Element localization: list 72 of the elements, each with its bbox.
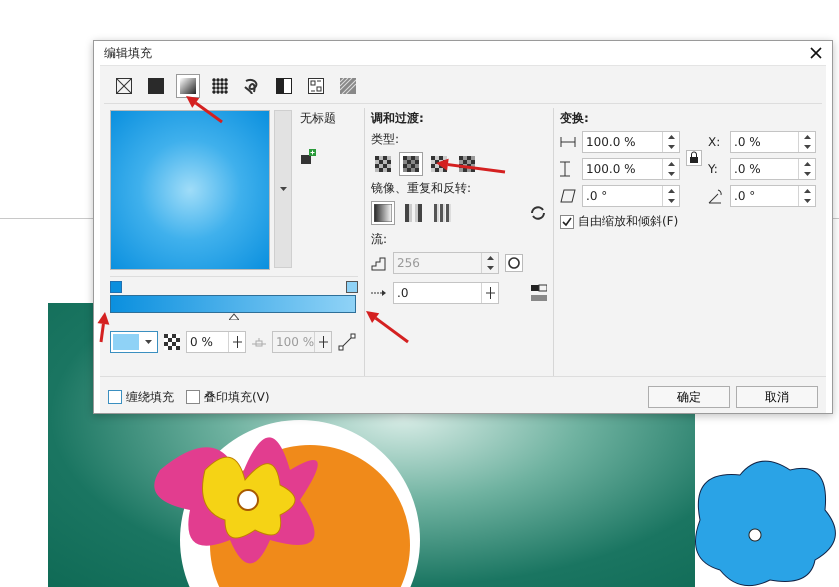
gradient-node[interactable] [346, 281, 358, 293]
dialog-title: 编辑填充 [104, 44, 152, 62]
acceleration-field[interactable]: .0 [393, 282, 499, 304]
fill-option-checkbox[interactable]: 缠绕填充 [108, 388, 174, 406]
node-color-picker[interactable] [110, 331, 158, 353]
checkerboard-icon [403, 156, 419, 172]
plus-icon[interactable] [232, 336, 242, 348]
plus-icon[interactable] [486, 287, 494, 299]
gradient-square-icon[interactable] [180, 78, 196, 94]
steps-icon [371, 255, 387, 271]
fill-name: 无标题 [300, 110, 336, 127]
reverse-icon[interactable] [529, 204, 547, 222]
up-arrow-icon[interactable] [668, 135, 674, 139]
down-arrow-icon[interactable] [804, 172, 810, 176]
down-arrow-icon[interactable] [668, 199, 674, 203]
fill-type-tab[interactable] [176, 74, 200, 98]
add-preset-icon[interactable] [300, 149, 316, 165]
hatched-square-icon[interactable] [340, 78, 356, 94]
lock-steps-icon[interactable] [505, 254, 523, 272]
rotation-field[interactable]: .0 ° [730, 185, 816, 207]
node-position-icon [252, 335, 266, 349]
annotation-arrow [436, 158, 506, 174]
skew-icon [560, 189, 576, 203]
width-field[interactable]: 100.0 % [582, 131, 680, 153]
cancel-button[interactable]: 取消 [736, 386, 818, 408]
height-icon [560, 161, 570, 177]
free-scale-checkbox[interactable]: 自由缩放和倾斜(F) [560, 213, 678, 230]
acceleration-icon [371, 289, 387, 297]
pattern-square-icon[interactable] [308, 78, 324, 94]
x-offset-field[interactable]: .0 % [730, 131, 816, 153]
up-arrow-icon[interactable] [804, 135, 810, 139]
lock-icon[interactable] [686, 150, 702, 166]
blend-type-button[interactable] [399, 152, 423, 176]
dot-grid-icon[interactable] [212, 78, 228, 94]
type-label: 类型: [371, 131, 400, 148]
checkerboard-icon [375, 156, 391, 172]
down-arrow-icon[interactable] [668, 172, 674, 176]
transparency-field[interactable]: 0 % [186, 331, 246, 353]
mirror-label: 镜像、重复和反转: [371, 180, 472, 197]
down-arrow-icon[interactable] [804, 199, 810, 203]
swirl-icon[interactable] [244, 78, 260, 94]
up-arrow-icon[interactable] [804, 162, 810, 166]
edit-handle-icon[interactable] [338, 333, 356, 351]
annotation-arrow [366, 311, 409, 344]
half-square-icon[interactable] [276, 78, 292, 94]
gradient-node[interactable] [110, 281, 122, 293]
check-icon[interactable] [562, 216, 572, 226]
flow-label: 流: [371, 231, 388, 248]
ok-button[interactable]: 确定 [648, 386, 730, 408]
close-icon[interactable] [810, 47, 822, 59]
blend-heading: 调和过渡: [371, 110, 425, 127]
height-field[interactable]: 100.0 % [582, 158, 680, 180]
y-label: Y: [708, 162, 719, 176]
down-arrow-icon[interactable] [144, 340, 152, 344]
crossed-box-icon[interactable] [116, 78, 132, 94]
up-arrow-icon[interactable] [668, 189, 674, 193]
checkerboard-icon [164, 334, 180, 350]
transform-heading: 变换: [560, 110, 590, 127]
annotation-arrow [186, 96, 223, 124]
up-arrow-icon[interactable] [804, 189, 810, 193]
rotate-icon [708, 188, 724, 204]
x-label: X: [708, 135, 722, 149]
smooth-transition-icon[interactable] [531, 284, 547, 302]
down-arrow-icon[interactable] [804, 145, 810, 149]
fill-option-checkbox[interactable]: 叠印填充(V) [186, 388, 270, 406]
y-offset-field[interactable]: .0 % [730, 158, 816, 180]
down-arrow-icon[interactable] [280, 187, 286, 191]
width-icon [560, 137, 576, 147]
down-arrow-icon[interactable] [668, 145, 674, 149]
up-arrow-icon[interactable] [668, 162, 674, 166]
annotation-arrow [97, 312, 110, 342]
skew-field[interactable]: .0 ° [582, 185, 680, 207]
